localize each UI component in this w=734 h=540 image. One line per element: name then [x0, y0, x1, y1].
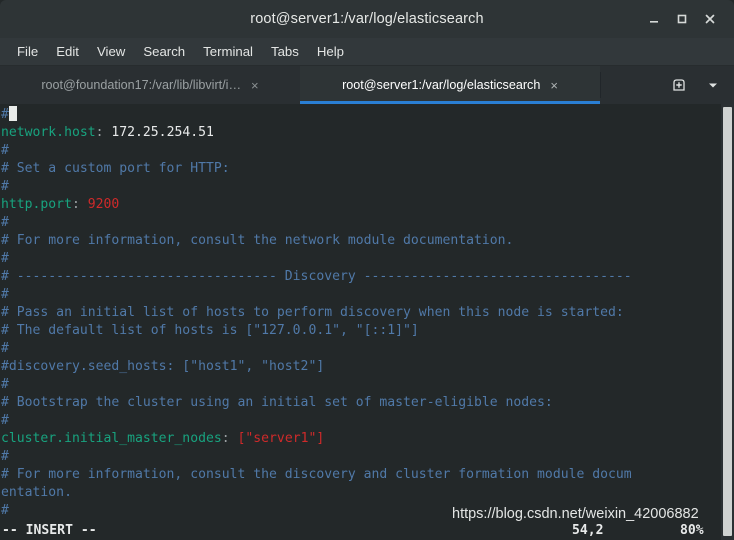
terminal-line: cluster.initial_master_nodes: ["server1"… — [1, 430, 734, 448]
terminal-span: # --------------------------------- Disc… — [1, 269, 632, 284]
terminal-line: # — [1, 376, 734, 394]
terminal-span: # — [1, 251, 9, 266]
terminal-span: # — [1, 287, 9, 302]
text-cursor — [8, 106, 17, 121]
tab-bar: root@foundation17:/var/lib/libvirt/i… × … — [0, 66, 734, 104]
terminal-line: # — [1, 448, 734, 466]
close-icon[interactable]: × — [251, 79, 259, 92]
terminal-line: # — [1, 250, 734, 268]
terminal-span: entation. — [1, 485, 72, 500]
terminal-span: # Set a custom port for HTTP: — [1, 161, 230, 176]
terminal-text: # network.host: 172.25.254.51 # # Set a cus… — [1, 106, 734, 520]
tab-label: root@server1:/var/log/elasticsearch — [342, 78, 541, 92]
title-bar: root@server1:/var/log/elasticsearch — [0, 0, 734, 38]
close-icon[interactable]: × — [550, 79, 558, 92]
terminal-line: # --------------------------------- Disc… — [1, 268, 734, 286]
menu-item-edit[interactable]: Edit — [47, 42, 88, 61]
new-tab-icon[interactable] — [664, 70, 694, 100]
terminal-span: # — [1, 413, 9, 428]
terminal-line: network.host: 172.25.254.51 — [1, 124, 734, 142]
terminal-line: # — [1, 178, 734, 196]
scroll-percentage: 80% — [680, 522, 704, 538]
terminal-span: 9200 — [87, 197, 120, 212]
terminal-line: #discovery.seed_hosts: ["host1", "host2"… — [1, 358, 734, 376]
vim-status-line: -- INSERT -- 54,2 80% — [0, 520, 734, 540]
tab-foundation17[interactable]: root@foundation17:/var/lib/libvirt/i… × — [0, 66, 300, 104]
terminal-span: : — [95, 125, 104, 140]
window-title: root@server1:/var/log/elasticsearch — [250, 11, 484, 27]
terminal-span: : — [221, 431, 230, 446]
terminal-line: # The default list of hosts is ["127.0.0… — [1, 322, 734, 340]
vim-mode-indicator: -- INSERT -- — [2, 522, 97, 538]
terminal-line: # Bootstrap the cluster using an initial… — [1, 394, 734, 412]
maximize-button[interactable] — [668, 6, 696, 32]
terminal-line: # — [1, 286, 734, 304]
terminal-span: # The default list of hosts is ["127.0.0… — [1, 323, 419, 338]
terminal-span: # — [1, 107, 9, 122]
terminal-line: # For more information, consult the netw… — [1, 232, 734, 250]
terminal-line: # Set a custom port for HTTP: — [1, 160, 734, 178]
terminal-span: network.host — [1, 125, 96, 140]
terminal-span: http.port — [1, 197, 72, 212]
menu-item-help[interactable]: Help — [308, 42, 353, 61]
terminal-line: # — [1, 412, 734, 430]
scrollbar-thumb[interactable] — [723, 107, 732, 536]
window-controls — [640, 6, 734, 32]
terminal-span: ["server1"] — [237, 431, 325, 446]
terminal-span: # For more information, consult the netw… — [1, 233, 514, 248]
terminal-span: # — [1, 179, 9, 194]
menu-item-view[interactable]: View — [88, 42, 134, 61]
terminal-span: # — [1, 503, 9, 518]
terminal-screen[interactable]: # network.host: 172.25.254.51 # # Set a cus… — [0, 104, 734, 540]
menu-item-search[interactable]: Search — [134, 42, 194, 61]
terminal-span: : — [71, 197, 80, 212]
terminal-span — [80, 197, 88, 212]
terminal-span: # — [1, 143, 9, 158]
terminal-scrollbar[interactable] — [721, 104, 734, 540]
terminal-line: # — [1, 502, 734, 520]
chevron-down-icon[interactable] — [698, 70, 728, 100]
terminal-window: root@server1:/var/log/elasticsearch File… — [0, 0, 734, 540]
terminal-line: # — [1, 106, 734, 124]
terminal-span: # — [1, 341, 9, 356]
tab-bar-actions — [664, 66, 734, 104]
terminal-line: # Pass an initial list of hosts to perfo… — [1, 304, 734, 322]
terminal-span: # — [1, 377, 9, 392]
terminal-span: 172.25.254.51 — [103, 125, 214, 140]
terminal-line: entation. — [1, 484, 734, 502]
minimize-button[interactable] — [640, 6, 668, 32]
terminal-span: # For more information, consult the disc… — [1, 467, 632, 482]
terminal-span: # Pass an initial list of hosts to perfo… — [1, 305, 624, 320]
tab-bar-divider — [600, 72, 601, 98]
tab-server1[interactable]: root@server1:/var/log/elasticsearch × — [300, 66, 600, 104]
cursor-position: 54,2 — [572, 522, 604, 538]
terminal-span: # — [1, 215, 9, 230]
terminal-line: # — [1, 214, 734, 232]
tab-label: root@foundation17:/var/lib/libvirt/i… — [41, 78, 242, 92]
terminal-span: #discovery.seed_hosts: ["host1", "host2"… — [1, 359, 325, 374]
terminal-line: # — [1, 142, 734, 160]
menu-bar: File Edit View Search Terminal Tabs Help — [0, 38, 734, 66]
menu-item-file[interactable]: File — [8, 42, 47, 61]
close-button[interactable] — [696, 6, 724, 32]
terminal-line: http.port: 9200 — [1, 196, 734, 214]
menu-item-tabs[interactable]: Tabs — [262, 42, 308, 61]
terminal-line: # — [1, 340, 734, 358]
terminal-line: # For more information, consult the disc… — [1, 466, 734, 484]
menu-item-terminal[interactable]: Terminal — [194, 42, 262, 61]
terminal-span — [230, 431, 238, 446]
terminal-span: # Bootstrap the cluster using an initial… — [1, 395, 553, 410]
terminal-span: cluster.initial_master_nodes — [1, 431, 222, 446]
terminal-span: # — [1, 449, 9, 464]
